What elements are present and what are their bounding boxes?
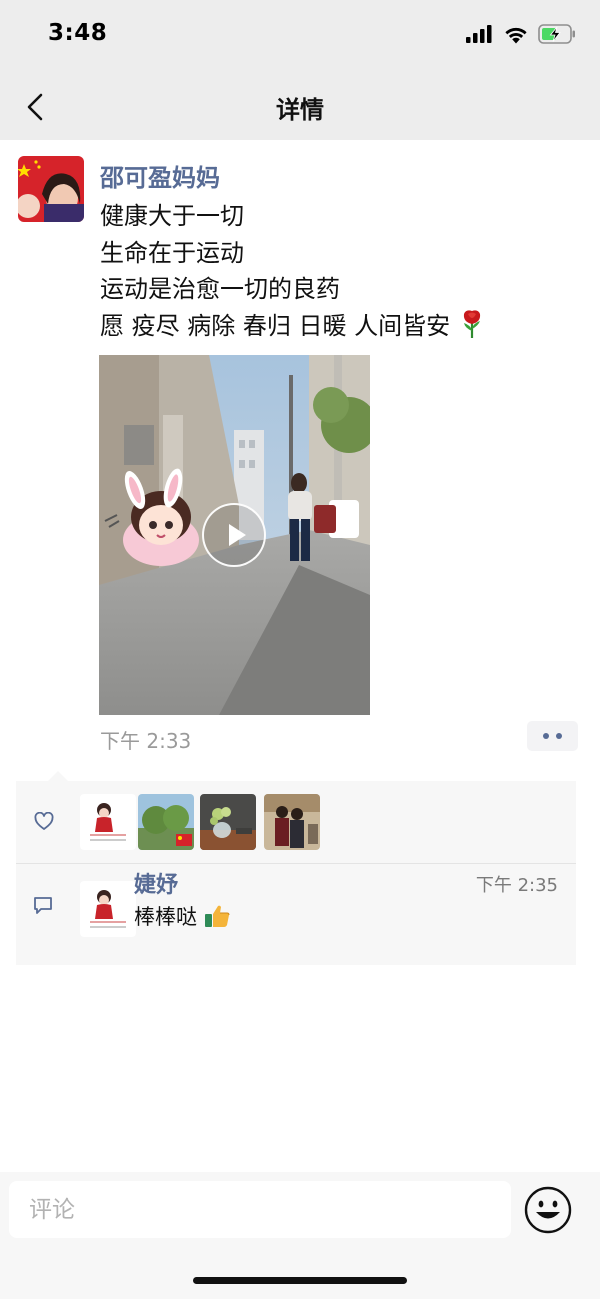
post-line-with-emoji: 愿 疫尽 病除 春归 日暖 人间皆安 [100,308,580,345]
status-time: 3:48 [48,20,108,46]
comment-icon [34,897,52,914]
post-line: 愿 疫尽 病除 春归 日暖 人间皆安 [100,311,451,340]
dot-icon [556,733,562,739]
comment-text: 棒棒哒 [134,901,230,931]
smiley-face-icon [524,1186,572,1234]
home-indicator[interactable] [193,1277,407,1284]
liker-avatar[interactable] [80,794,136,850]
post-line: 运动是治愈一切的良药 [100,275,340,303]
post-line: 生命在于运动 [100,238,244,267]
heart-icon [34,812,54,830]
play-icon [229,524,246,546]
comment-timestamp: 下午 2:35 [475,875,558,896]
post-text: 健康大于一切 生命在于运动 运动是治愈一切的良药 愿 疫尽 病除 春归 日暖 人… [100,198,580,344]
likes-row [16,781,576,863]
liker-avatar[interactable] [264,794,320,850]
author-avatar[interactable] [18,156,84,222]
status-icons [466,24,576,44]
emoji-button[interactable] [523,1185,573,1235]
panel-caret [48,771,68,781]
liker-avatar[interactable] [138,794,194,850]
post-line: 健康大于一切 [100,202,244,230]
page-title: 详情 [276,96,324,124]
wifi-icon [505,27,527,43]
interaction-panel: 婕妤 下午 2:35 棒棒哒 [16,771,576,965]
rose-emoji-icon [463,309,480,338]
commenter-name[interactable]: 婕妤 [134,867,178,899]
status-bar: 3:48 [0,0,600,74]
video-thumbnail[interactable] [99,355,370,715]
commenter-avatar[interactable] [80,881,136,937]
liker-avatar[interactable] [200,794,256,850]
battery-charging-icon [538,24,575,44]
comment-input[interactable] [9,1181,511,1238]
signal-icon [466,25,492,43]
comment-body: 棒棒哒 [134,905,197,929]
dot-icon [543,733,549,739]
post-timestamp: 下午 2:33 [100,729,192,753]
thumbs-up-icon [204,905,230,927]
post-author-name[interactable]: 邵可盈妈妈 [100,158,220,193]
comment-input-bar [0,1172,600,1299]
nav-bar: 详情 [0,74,600,140]
comment-row[interactable]: 婕妤 下午 2:35 棒棒哒 [16,864,576,965]
play-button[interactable] [202,503,266,567]
more-actions-button[interactable] [527,721,578,751]
